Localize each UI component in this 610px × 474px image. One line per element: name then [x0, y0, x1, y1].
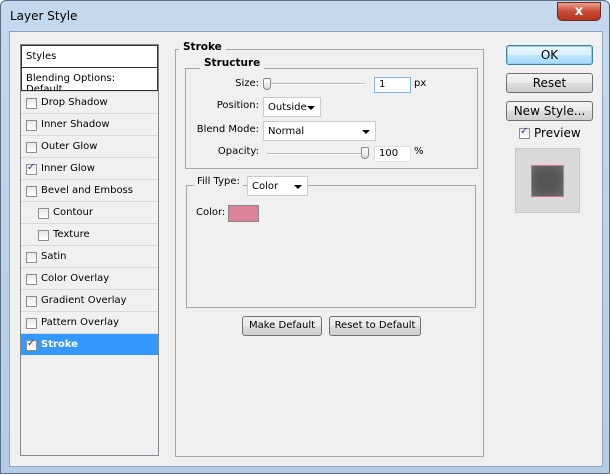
checkbox[interactable] [26, 186, 37, 197]
layer-style-dialog: Layer Style x Styles Blending Options: D… [0, 0, 610, 474]
window-title: Layer Style [10, 9, 78, 23]
checkbox[interactable] [26, 98, 37, 109]
style-item-stroke[interactable]: Stroke [21, 333, 158, 355]
checkbox[interactable] [26, 274, 37, 285]
opacity-slider-thumb[interactable] [361, 147, 369, 159]
checkbox[interactable] [26, 318, 37, 329]
color-swatch[interactable] [228, 205, 259, 222]
opacity-unit: % [414, 146, 424, 157]
size-label: Size: [235, 78, 259, 89]
reset-button[interactable]: Reset [506, 73, 593, 93]
opacity-label: Opacity: [217, 146, 259, 157]
checkbox[interactable] [26, 120, 37, 131]
style-item-label: Drop Shadow [41, 97, 108, 108]
style-item-bevel-and-emboss[interactable]: Bevel and Emboss [21, 179, 158, 201]
size-unit: px [414, 78, 427, 89]
blending-options[interactable]: Blending Options: Default [21, 68, 158, 95]
size-slider[interactable] [267, 83, 365, 85]
opacity-slider[interactable] [267, 153, 365, 155]
checkbox[interactable] [38, 230, 49, 241]
style-item-label: Gradient Overlay [41, 295, 127, 306]
close-button[interactable]: x [557, 2, 601, 21]
checkbox[interactable] [38, 208, 49, 219]
style-item-drop-shadow[interactable]: Drop Shadow [21, 91, 158, 113]
styles-header[interactable]: Styles [21, 45, 158, 68]
style-item-inner-glow[interactable]: Inner Glow [21, 157, 158, 179]
style-item-label: Inner Shadow [41, 119, 110, 130]
blend-mode-select[interactable]: Normal [263, 121, 376, 141]
preview-label: Preview [534, 126, 581, 140]
style-item-label: Contour [53, 207, 93, 218]
style-item-color-overlay[interactable]: Color Overlay [21, 267, 158, 289]
blend-mode-label: Blend Mode: [196, 124, 259, 135]
style-item-satin[interactable]: Satin [21, 245, 158, 267]
fill-type-label: Fill Type: [194, 176, 243, 187]
new-style-button[interactable]: New Style... [506, 101, 593, 121]
style-item-label: Outer Glow [41, 141, 98, 152]
position-label: Position: [216, 100, 259, 111]
style-item-label: Satin [41, 251, 67, 262]
make-default-button[interactable]: Make Default [242, 316, 322, 336]
style-item-label: Texture [53, 229, 90, 240]
checkbox[interactable] [26, 162, 37, 175]
opacity-input[interactable]: 100 [374, 146, 411, 162]
size-slider-thumb[interactable] [263, 78, 271, 90]
style-item-label: Bevel and Emboss [41, 185, 133, 196]
preview-thumbnail [515, 148, 580, 213]
style-item-contour[interactable]: Contour [21, 201, 158, 223]
styles-panel: Styles Blending Options: Default Drop Sh… [20, 44, 159, 456]
style-item-outer-glow[interactable]: Outer Glow [21, 135, 158, 157]
color-label: Color: [196, 207, 226, 218]
preview-checkbox[interactable] [519, 126, 530, 139]
stroke-heading: Stroke [179, 41, 226, 53]
style-item-inner-shadow[interactable]: Inner Shadow [21, 113, 158, 135]
structure-heading: Structure [200, 57, 265, 69]
fill-group [186, 185, 476, 308]
style-item-label: Pattern Overlay [41, 317, 120, 328]
size-input[interactable]: 1 [374, 77, 411, 93]
checkbox[interactable] [26, 252, 37, 263]
checkbox[interactable] [26, 296, 37, 307]
style-item-label: Inner Glow [41, 163, 95, 174]
checkbox[interactable] [26, 338, 37, 351]
style-item-texture[interactable]: Texture [21, 223, 158, 245]
style-item-label: Stroke [41, 339, 78, 350]
preview-swatch [531, 165, 564, 197]
position-select[interactable]: Outside [263, 97, 321, 117]
ok-button[interactable]: OK [506, 45, 593, 65]
style-item-gradient-overlay[interactable]: Gradient Overlay [21, 289, 158, 311]
style-item-label: Color Overlay [41, 273, 110, 284]
checkbox[interactable] [26, 142, 37, 153]
style-item-pattern-overlay[interactable]: Pattern Overlay [21, 311, 158, 333]
reset-to-default-button[interactable]: Reset to Default [329, 316, 421, 336]
fill-type-select[interactable]: Color [247, 176, 308, 196]
